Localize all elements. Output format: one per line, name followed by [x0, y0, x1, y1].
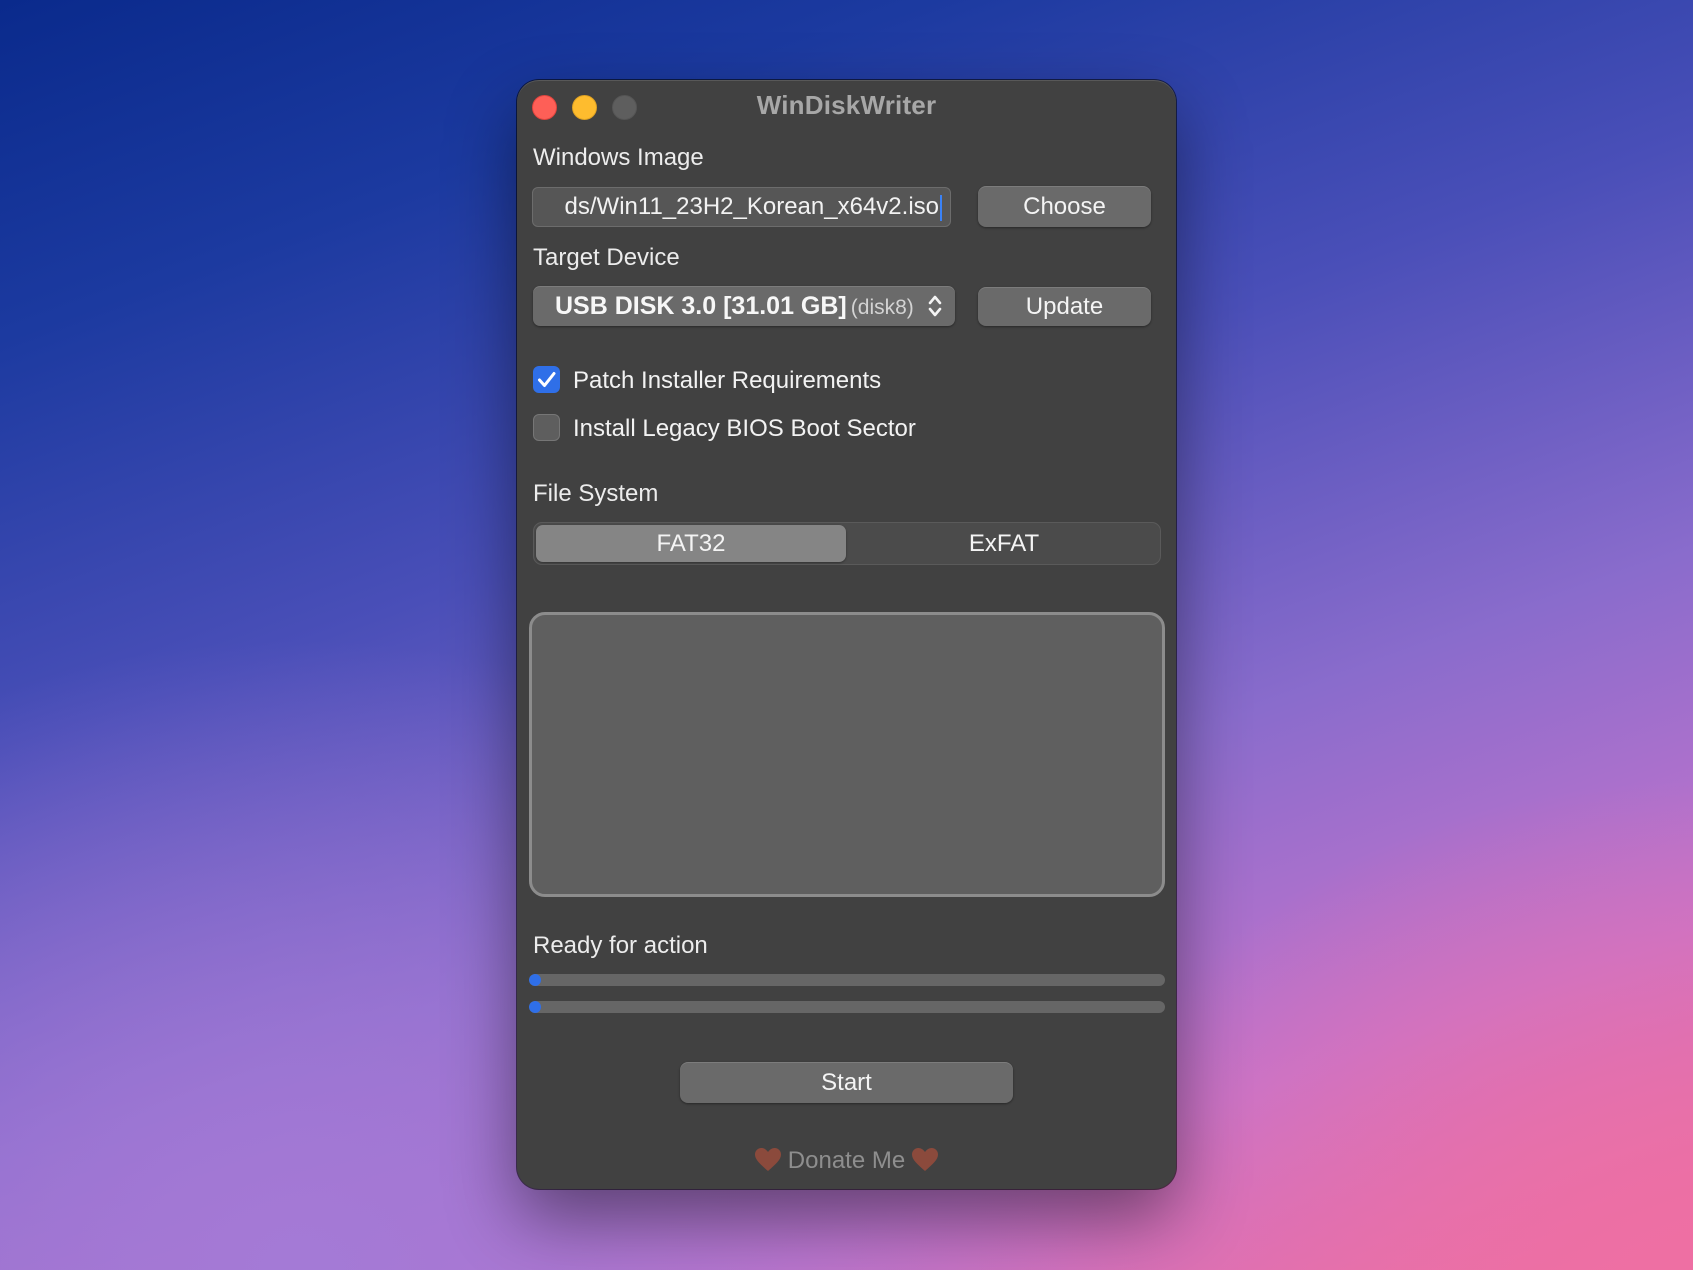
- text-caret: [940, 194, 942, 221]
- target-device-popup[interactable]: USB DISK 3.0 [31.01 GB] (disk8): [533, 286, 955, 326]
- choose-button[interactable]: Choose: [978, 186, 1151, 227]
- image-path-value: ds/Win11_23H2_Korean_x64v2.iso: [564, 193, 939, 220]
- donate-link[interactable]: Donate Me: [517, 1147, 1176, 1175]
- app-window: WinDiskWriter Windows Image ds/Win11_23H…: [517, 80, 1176, 1189]
- primary-progress-fill: [529, 974, 541, 986]
- patch-requirements-checkbox[interactable]: [533, 366, 560, 393]
- selected-device-name: USB DISK 3.0 [31.01 GB]: [555, 292, 847, 320]
- windows-image-label: Windows Image: [533, 144, 704, 171]
- segment-fat32[interactable]: FAT32: [536, 525, 846, 562]
- file-system-label: File System: [533, 480, 659, 507]
- patch-requirements-label[interactable]: Patch Installer Requirements: [573, 367, 881, 395]
- up-down-chevron-icon: [928, 295, 942, 317]
- update-button[interactable]: Update: [978, 287, 1151, 326]
- image-path-field[interactable]: ds/Win11_23H2_Korean_x64v2.iso: [532, 187, 951, 227]
- legacy-bios-label[interactable]: Install Legacy BIOS Boot Sector: [573, 415, 916, 443]
- legacy-bios-checkbox[interactable]: [533, 414, 560, 441]
- heart-icon: [912, 1147, 939, 1171]
- secondary-progress-bar: [529, 1001, 1165, 1013]
- target-device-label: Target Device: [533, 244, 680, 271]
- segment-exfat[interactable]: ExFAT: [850, 525, 1158, 562]
- start-button[interactable]: Start: [680, 1062, 1013, 1103]
- donate-label: Donate Me: [787, 1147, 906, 1174]
- heart-icon: [754, 1147, 781, 1171]
- secondary-progress-fill: [529, 1001, 541, 1013]
- window-title: WinDiskWriter: [756, 90, 937, 120]
- status-text: Ready for action: [533, 932, 708, 959]
- file-system-segmented-control: FAT32 ExFAT: [533, 522, 1161, 565]
- selected-device-id: (disk8): [850, 296, 914, 319]
- primary-progress-bar: [529, 974, 1165, 986]
- checkmark-icon: [538, 372, 556, 387]
- log-text-area[interactable]: [529, 612, 1165, 897]
